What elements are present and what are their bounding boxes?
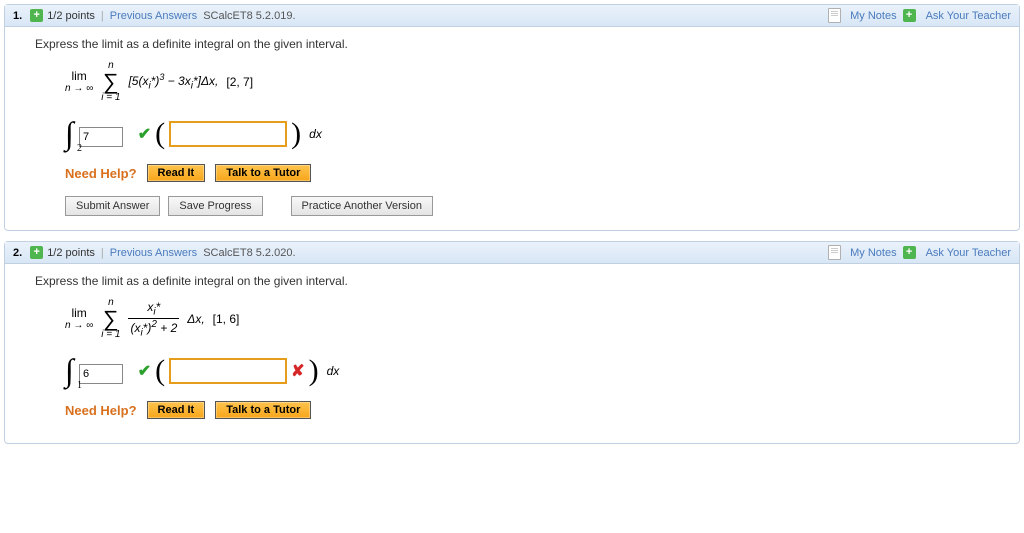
plus-icon[interactable]: + xyxy=(30,9,43,22)
check-icon: ✔ xyxy=(138,124,151,144)
question-body: Express the limit as a definite integral… xyxy=(5,27,1019,230)
question-header: 2. + 1/2 points | Previous Answers SCalc… xyxy=(5,242,1019,264)
separator: | xyxy=(101,10,104,22)
ask-teacher-link[interactable]: Ask Your Teacher xyxy=(926,247,1011,259)
interval: [2, 7] xyxy=(226,75,253,89)
lower-bound: 2 xyxy=(77,143,82,154)
dx-label: dx xyxy=(327,364,340,378)
limit-expression: lim n → ∞ n ∑ i = 1 [5(xi*)3 − 3xi*]Δx, … xyxy=(65,61,989,103)
points-label: 1/2 points xyxy=(47,10,95,22)
read-it-button[interactable]: Read It xyxy=(147,164,206,182)
sigma-icon: ∑ xyxy=(101,308,120,330)
lim-block: lim n → ∞ xyxy=(65,307,93,331)
header-right: My Notes + Ask Your Teacher xyxy=(828,8,1011,23)
left-paren: ( xyxy=(155,117,165,151)
cross-icon: ✘ xyxy=(291,361,304,381)
question-number: 2. xyxy=(13,247,22,259)
lim-block: lim n → ∞ xyxy=(65,70,93,94)
notes-icon xyxy=(828,245,841,260)
need-help-label: Need Help? xyxy=(65,166,137,181)
my-notes-link[interactable]: My Notes xyxy=(850,10,896,22)
save-progress-button[interactable]: Save Progress xyxy=(168,196,262,216)
check-icon: ✔ xyxy=(138,361,151,381)
sigma-block: n ∑ i = 1 xyxy=(101,298,120,340)
summand: [5(xi*)3 − 3xi*]Δx, xyxy=(128,72,218,91)
need-help-label: Need Help? xyxy=(65,403,137,418)
after-frac: Δx, xyxy=(187,312,204,326)
plus-icon[interactable]: + xyxy=(903,246,916,259)
integral-icon: ∫ 1 xyxy=(65,352,74,389)
sigma-block: n ∑ i = 1 xyxy=(101,61,120,103)
plus-icon[interactable]: + xyxy=(903,9,916,22)
ask-teacher-link[interactable]: Ask Your Teacher xyxy=(926,10,1011,22)
points-label: 1/2 points xyxy=(47,247,95,259)
submit-answer-button[interactable]: Submit Answer xyxy=(65,196,160,216)
integrand-input[interactable] xyxy=(169,121,287,147)
read-it-button[interactable]: Read It xyxy=(147,401,206,419)
source-label: SCalcET8 5.2.020. xyxy=(203,247,295,259)
practice-another-button[interactable]: Practice Another Version xyxy=(291,196,433,216)
question-2: 2. + 1/2 points | Previous Answers SCalc… xyxy=(4,241,1020,444)
dx-label: dx xyxy=(309,127,322,141)
integral-icon: ∫ 2 xyxy=(65,115,74,152)
left-paren: ( xyxy=(155,354,165,388)
upper-bound-input[interactable] xyxy=(79,364,123,384)
limit-expression: lim n → ∞ n ∑ i = 1 xi* (xi*)2 + 2 Δx, [… xyxy=(65,298,989,340)
plus-icon[interactable]: + xyxy=(30,246,43,259)
need-help-row: Need Help? Read It Talk to a Tutor xyxy=(65,401,989,419)
action-row: Submit Answer Save Progress Practice Ano… xyxy=(65,196,989,216)
my-notes-link[interactable]: My Notes xyxy=(850,247,896,259)
prompt-text: Express the limit as a definite integral… xyxy=(35,37,989,51)
previous-answers-link[interactable]: Previous Answers xyxy=(110,10,197,22)
header-right: My Notes + Ask Your Teacher xyxy=(828,245,1011,260)
separator: | xyxy=(101,247,104,259)
need-help-row: Need Help? Read It Talk to a Tutor xyxy=(65,164,989,182)
integrand-input[interactable] xyxy=(169,358,287,384)
sigma-icon: ∑ xyxy=(101,71,120,93)
question-number: 1. xyxy=(13,10,22,22)
source-label: SCalcET8 5.2.019. xyxy=(203,10,295,22)
interval: [1, 6] xyxy=(213,312,240,326)
fraction: xi* (xi*)2 + 2 xyxy=(128,300,179,338)
notes-icon xyxy=(828,8,841,23)
previous-answers-link[interactable]: Previous Answers xyxy=(110,247,197,259)
question-1: 1. + 1/2 points | Previous Answers SCalc… xyxy=(4,4,1020,231)
question-header: 1. + 1/2 points | Previous Answers SCalc… xyxy=(5,5,1019,27)
right-paren: ) xyxy=(291,117,301,151)
lower-bound: 1 xyxy=(77,380,82,391)
upper-bound-input[interactable] xyxy=(79,127,123,147)
question-body: Express the limit as a definite integral… xyxy=(5,264,1019,443)
integral-row: ∫ 2 ✔ ( ) dx xyxy=(65,115,989,152)
right-paren: ) xyxy=(309,354,319,388)
prompt-text: Express the limit as a definite integral… xyxy=(35,274,989,288)
talk-to-tutor-button[interactable]: Talk to a Tutor xyxy=(215,401,311,419)
talk-to-tutor-button[interactable]: Talk to a Tutor xyxy=(215,164,311,182)
integral-row: ∫ 1 ✔ ( ✘ ) dx xyxy=(65,352,989,389)
